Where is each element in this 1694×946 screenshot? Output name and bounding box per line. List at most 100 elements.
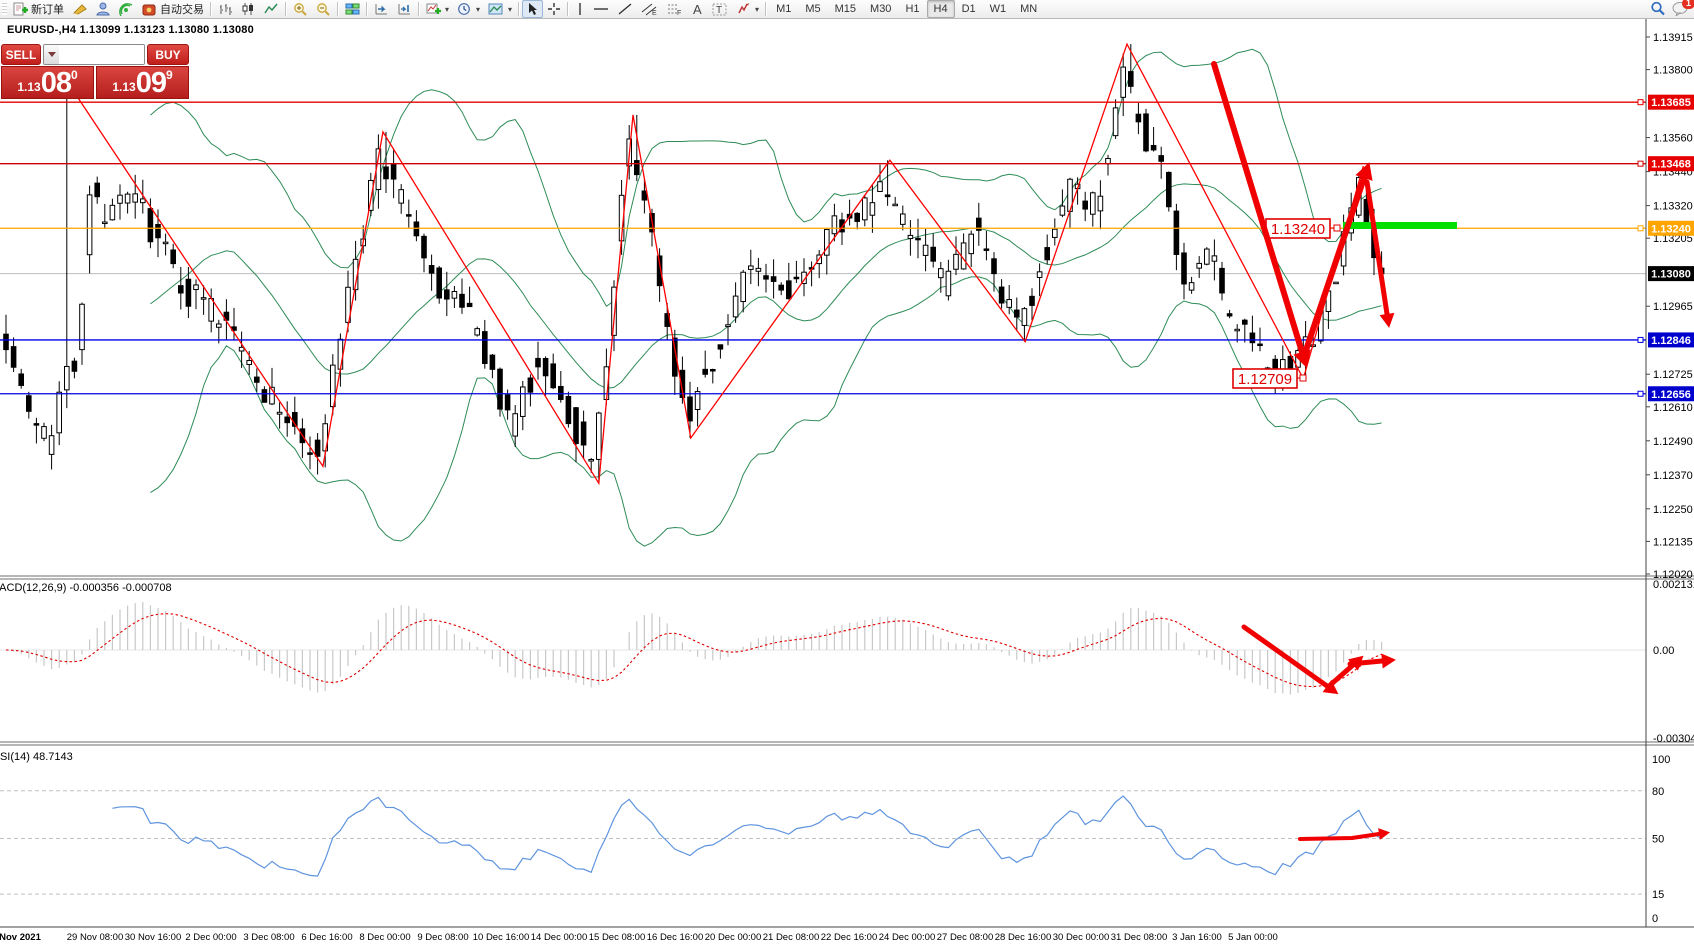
timeframe-group: M1M5M15M30H1H4D1W1MN — [769, 0, 1044, 18]
vertical-line-icon — [575, 2, 585, 16]
bid-price-panel[interactable]: 1.13080 — [1, 66, 94, 99]
timeframe-button-m15[interactable]: M15 — [828, 0, 863, 18]
dropdown-arrow-icon: ▾ — [755, 5, 759, 14]
signal-icon — [119, 2, 134, 16]
bar-chart-button[interactable] — [214, 0, 237, 18]
channel-tool[interactable]: E — [637, 0, 662, 18]
notifications-button[interactable]: 1 — [1672, 1, 1690, 19]
horizontal-line-tool[interactable] — [589, 0, 613, 18]
svg-text:15: 15 — [1652, 889, 1664, 901]
volume-decrease-button[interactable] — [44, 45, 59, 64]
rsi-indicator-label: RSI(14) 48.7143 — [0, 751, 73, 763]
svg-text:1.13240: 1.13240 — [1651, 223, 1691, 235]
svg-text:21 Dec 08:00: 21 Dec 08:00 — [763, 932, 820, 943]
timeframe-button-h1[interactable]: H1 — [898, 0, 926, 18]
new-order-button[interactable]: 新订单 — [9, 0, 68, 18]
svg-text:1.13468: 1.13468 — [1651, 159, 1691, 171]
clock-icon — [457, 2, 472, 16]
zoom-in-icon — [293, 2, 308, 16]
svg-text:1.12846: 1.12846 — [1651, 335, 1691, 347]
fibonacci-tool[interactable]: F — [662, 0, 687, 18]
svg-text:0.002131: 0.002131 — [1653, 579, 1694, 591]
person-icon — [96, 2, 111, 16]
text-label-icon: T — [712, 2, 728, 16]
auto-scroll-button[interactable] — [370, 0, 393, 18]
zoom-out-button[interactable] — [312, 0, 335, 18]
svg-text:27 Dec 08:00: 27 Dec 08:00 — [937, 932, 994, 943]
line-chart-icon — [264, 2, 279, 16]
top-toolbar: 新订单 自动交易 — [0, 0, 1694, 19]
zoom-in-button[interactable] — [289, 0, 312, 18]
crayon-icon — [72, 2, 88, 16]
svg-text:9 Dec 08:00: 9 Dec 08:00 — [417, 932, 468, 943]
svg-text:1.12709: 1.12709 — [1238, 371, 1292, 388]
vertical-line-tool[interactable] — [571, 0, 589, 18]
horizontal-line-icon — [593, 2, 609, 16]
sell-button[interactable]: SELL — [1, 44, 41, 65]
svg-text:3 Dec 08:00: 3 Dec 08:00 — [243, 932, 294, 943]
candlestick-chart-button[interactable] — [237, 0, 260, 18]
arrows-tool[interactable]: ▾ — [732, 0, 763, 18]
svg-text:22 Dec 16:00: 22 Dec 16:00 — [821, 932, 878, 943]
volume-input[interactable] — [59, 45, 145, 64]
volume-stepper — [43, 44, 145, 65]
timeframe-button-mn[interactable]: MN — [1013, 0, 1044, 18]
svg-text:A: A — [693, 2, 702, 16]
svg-text:29 Nov 08:00: 29 Nov 08:00 — [67, 932, 124, 943]
mt4-window: { "toolbar": { "new_order_label": "新订单",… — [0, 0, 1694, 946]
trendline-icon — [617, 2, 633, 16]
periods-button[interactable]: ▾ — [453, 0, 484, 18]
buy-button[interactable]: BUY — [147, 44, 189, 65]
auto-scroll-icon — [374, 2, 389, 16]
crosshair-icon — [547, 2, 561, 16]
one-click-trading-panel: SELL BUY 1.13080 1.13099 — [1, 44, 189, 99]
crosshair-tool-button[interactable] — [543, 0, 565, 18]
new-order-label: 新订单 — [31, 1, 64, 17]
svg-text:31 Dec 08:00: 31 Dec 08:00 — [1111, 932, 1168, 943]
styles-button[interactable] — [68, 0, 92, 18]
chart-shift-button[interactable] — [393, 0, 416, 18]
search-icon[interactable] — [1650, 1, 1666, 19]
svg-text:50: 50 — [1652, 834, 1664, 846]
trendline-tool[interactable] — [613, 0, 637, 18]
svg-text:1.13915: 1.13915 — [1653, 32, 1693, 44]
cursor-tool-button[interactable] — [522, 0, 543, 18]
svg-text:1.12610: 1.12610 — [1653, 402, 1693, 414]
timeframe-button-w1[interactable]: W1 — [983, 0, 1014, 18]
templates-button[interactable]: ▾ — [484, 0, 516, 18]
svg-text:30 Dec 00:00: 30 Dec 00:00 — [1053, 932, 1110, 943]
text-tool[interactable]: A — [687, 0, 708, 18]
svg-text:-0.003046: -0.003046 — [1653, 733, 1694, 745]
toolbar-grip[interactable] — [2, 3, 7, 15]
text-label-tool[interactable]: T — [708, 0, 732, 18]
svg-text:0.00: 0.00 — [1653, 645, 1674, 657]
bid-price-main: 08 — [41, 70, 71, 97]
timeframe-button-m5[interactable]: M5 — [798, 0, 827, 18]
toolbar-separator — [518, 2, 520, 16]
timeframe-button-m1[interactable]: M1 — [769, 0, 798, 18]
dropdown-arrow-icon: ▾ — [476, 5, 480, 14]
auto-trading-label: 自动交易 — [160, 1, 204, 17]
svg-text:24 Dec 00:00: 24 Dec 00:00 — [879, 932, 936, 943]
ask-price-panel[interactable]: 1.13099 — [96, 66, 189, 99]
chart-area[interactable]: 80501510001.139151.138001.135601.134401.… — [0, 0, 1694, 946]
timeframe-button-h4[interactable]: H4 — [927, 0, 955, 18]
line-chart-button[interactable] — [260, 0, 283, 18]
svg-text:1.13560: 1.13560 — [1653, 133, 1693, 145]
indicators-button[interactable]: ▾ — [422, 0, 453, 18]
chart-shift-icon — [397, 2, 412, 16]
auto-trading-button[interactable]: 自动交易 — [138, 0, 208, 18]
timeframe-button-d1[interactable]: D1 — [955, 0, 983, 18]
svg-text:15 Dec 08:00: 15 Dec 08:00 — [589, 932, 646, 943]
svg-text:1.13080: 1.13080 — [1651, 269, 1691, 281]
ask-price-prefix: 1.13 — [112, 77, 135, 97]
toolbar-separator — [337, 2, 339, 16]
expert-advisor-button[interactable] — [92, 0, 115, 18]
timeframe-button-m30[interactable]: M30 — [863, 0, 898, 18]
tile-windows-button[interactable] — [341, 0, 364, 18]
svg-text:1.12370: 1.12370 — [1653, 470, 1693, 482]
toolbar-separator — [418, 2, 420, 16]
signals-button[interactable] — [115, 0, 138, 18]
svg-text:28 Dec 16:00: 28 Dec 16:00 — [995, 932, 1052, 943]
svg-text:1.13685: 1.13685 — [1651, 97, 1691, 109]
